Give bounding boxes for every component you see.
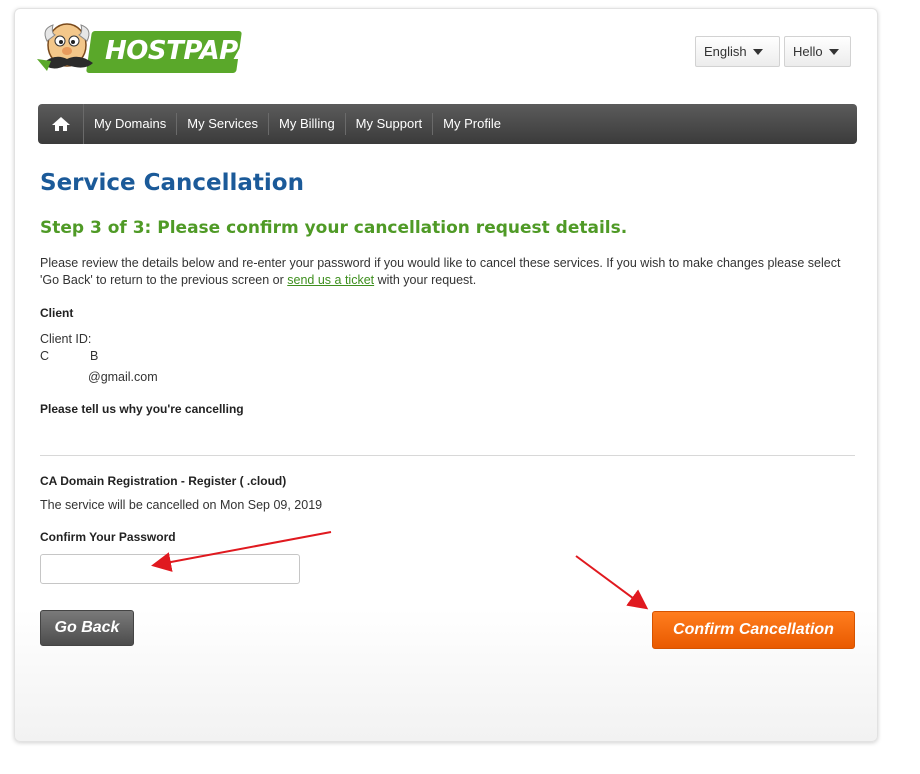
step-heading: Step 3 of 3: Please confirm your cancell… bbox=[40, 218, 628, 238]
user-greeting: Hello bbox=[793, 44, 823, 59]
service-name: CA Domain Registration - Register ( .clo… bbox=[40, 474, 287, 488]
client-first-initial: C bbox=[40, 349, 50, 363]
logo-wordmark: HOSTPAPA bbox=[105, 36, 255, 66]
client-section-label: Client bbox=[40, 306, 74, 320]
client-id-label: Client ID: bbox=[40, 332, 92, 346]
client-email: @gmail.com bbox=[88, 370, 158, 384]
nav-item-my-billing[interactable]: My Billing bbox=[269, 113, 346, 135]
hostpapa-logo[interactable]: HOSTPAPA bbox=[37, 19, 255, 83]
intro-paragraph: Please review the details below and re-e… bbox=[40, 255, 858, 289]
send-ticket-link[interactable]: send us a ticket bbox=[287, 273, 374, 287]
cancel-reason-label: Please tell us why you're cancelling bbox=[40, 402, 244, 416]
user-menu-dropdown[interactable]: Hello bbox=[784, 36, 851, 67]
confirm-password-input[interactable] bbox=[40, 554, 300, 584]
password-label: Confirm Your Password bbox=[40, 530, 176, 544]
go-back-button[interactable]: Go Back bbox=[40, 610, 134, 646]
language-dropdown[interactable]: English bbox=[695, 36, 780, 67]
caret-down-icon bbox=[828, 48, 839, 55]
language-label: English bbox=[704, 44, 747, 59]
page-title: Service Cancellation bbox=[40, 170, 304, 196]
nav-item-my-support[interactable]: My Support bbox=[346, 113, 434, 135]
main-card: HOSTPAPA English Hello My Domains My Ser… bbox=[14, 8, 878, 742]
cancel-date-notice: The service will be cancelled on Mon Sep… bbox=[40, 498, 323, 512]
nav-item-my-services[interactable]: My Services bbox=[177, 113, 270, 135]
confirm-cancellation-button[interactable]: Confirm Cancellation bbox=[652, 611, 855, 649]
nav-item-my-domains[interactable]: My Domains bbox=[84, 113, 178, 135]
home-icon bbox=[51, 117, 70, 131]
nav-home[interactable] bbox=[38, 104, 84, 144]
main-nav: My Domains My Services My Billing My Sup… bbox=[38, 104, 857, 144]
client-last-initial: B bbox=[90, 349, 99, 363]
intro-text-end: with your request. bbox=[374, 273, 477, 287]
caret-down-icon bbox=[752, 48, 763, 55]
nav-item-my-profile[interactable]: My Profile bbox=[433, 113, 511, 135]
divider bbox=[40, 455, 855, 456]
